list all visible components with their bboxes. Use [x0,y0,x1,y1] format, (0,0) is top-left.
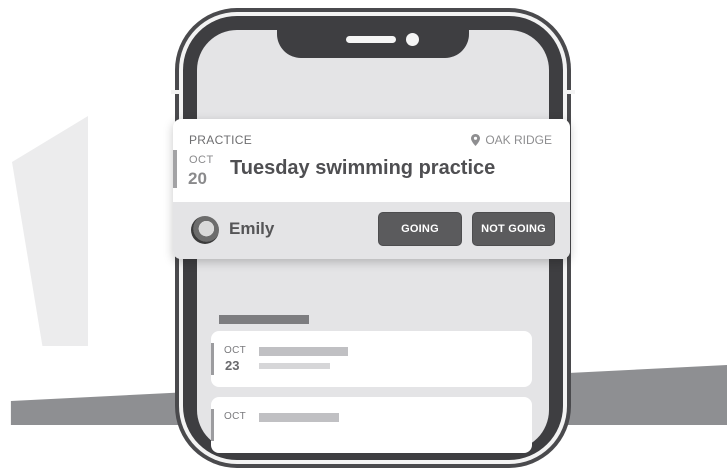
background-shape [12,116,88,346]
event-location: OAK RIDGE [471,133,552,147]
user-avatar [191,216,219,244]
going-button[interactable]: GOING [378,212,462,246]
list-item-accent [211,343,214,375]
event-month: OCT [189,154,214,166]
event-title: Tuesday swimming practice [230,157,496,179]
phone-side-seam [171,90,181,94]
not-going-button[interactable]: NOT GOING [472,212,555,246]
event-category: PRACTICE [189,133,253,147]
list-item-accent [211,409,214,441]
phone-side-seam [565,90,575,94]
date-accent-bar [173,150,177,188]
list-item[interactable]: OCT 23 [211,331,532,387]
list-item-title-placeholder [259,413,339,422]
user-name: Emily [229,219,275,238]
list-item-month: OCT [224,345,247,356]
list-item-month: OCT [224,411,247,422]
map-pin-icon [471,134,481,146]
speaker-grille [346,36,396,43]
front-camera [406,33,419,46]
list-item[interactable]: OCT [211,397,532,453]
list-item-title-placeholder [259,347,348,356]
event-location-label: OAK RIDGE [485,133,552,147]
list-item-subtitle-placeholder [259,363,330,369]
section-title-placeholder [219,315,309,324]
event-card-footer: Emily GOING NOT GOING [173,202,570,259]
event-card[interactable]: PRACTICE OAK RIDGE OCT 20 Tuesday swimmi… [173,119,570,259]
event-day: 20 [188,169,207,188]
list-item-day: 23 [225,358,240,373]
